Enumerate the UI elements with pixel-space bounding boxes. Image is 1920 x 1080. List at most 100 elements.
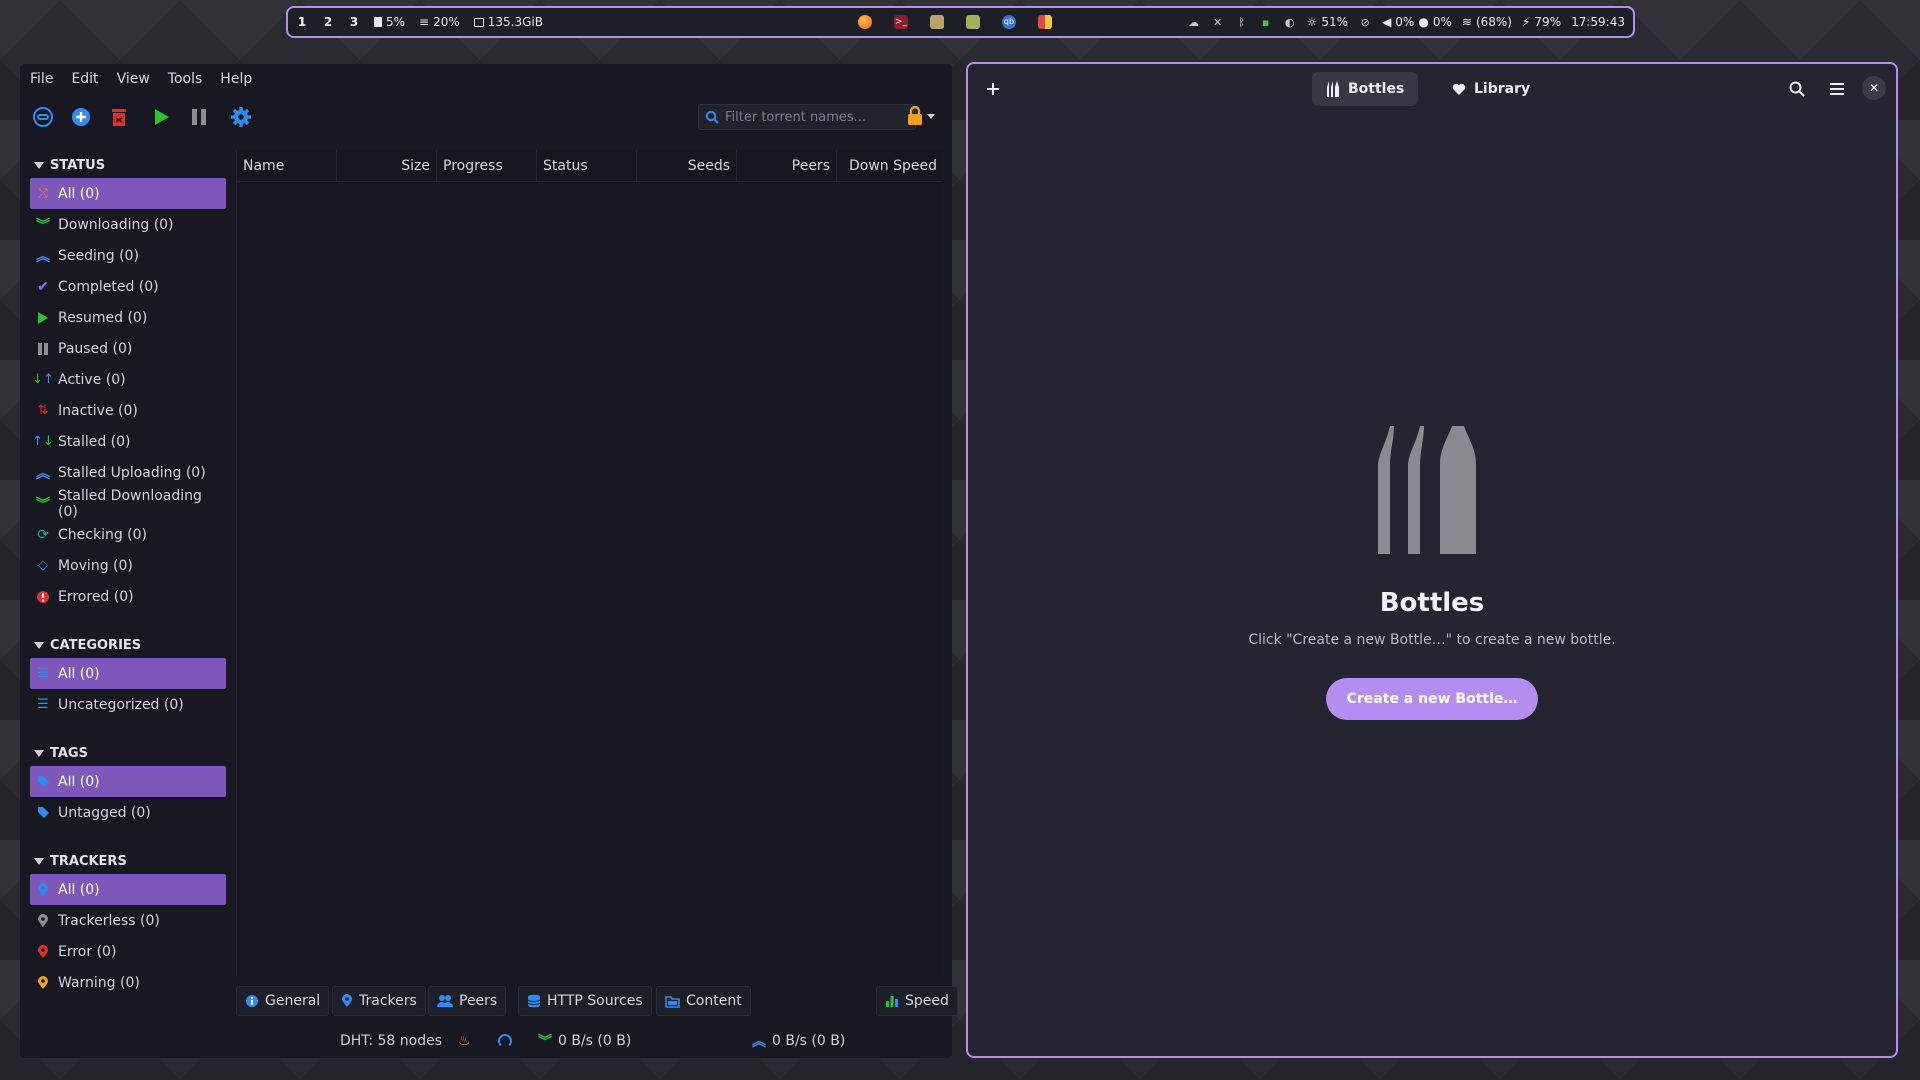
filter-input[interactable] (725, 109, 905, 125)
firefox-icon[interactable] (858, 15, 872, 29)
speed-limit-icon[interactable] (498, 1034, 512, 1048)
sidebar-item-label: All (0) (58, 881, 100, 898)
steam-icon[interactable]: ◐ (1283, 15, 1297, 29)
flame-icon[interactable]: ♨ (458, 1033, 471, 1049)
status-downloading[interactable]: ︾ Downloading (0) (30, 209, 226, 240)
menu-file[interactable]: File (30, 71, 53, 87)
status-section-header[interactable]: STATUS (30, 152, 226, 178)
sidebar-item-label: Trackerless (0) (58, 912, 160, 929)
brightness-indicator[interactable]: ☼ 51% (1307, 15, 1348, 29)
pause-icon (36, 342, 50, 356)
tags-section-header[interactable]: TAGS (30, 740, 226, 766)
tag-untagged[interactable]: Untagged (0) (30, 797, 226, 828)
tab-trackers[interactable]: Trackers (332, 986, 426, 1016)
info-icon (246, 995, 258, 1007)
torrent-filter[interactable] (698, 104, 916, 130)
sidebar-item-label: All (0) (58, 665, 100, 682)
tag-all[interactable]: All (0) (30, 766, 226, 797)
new-bottle-button[interactable] (978, 74, 1008, 104)
status-resumed[interactable]: Resumed (0) (30, 302, 226, 333)
bluetooth-icon[interactable]: ᛒ (1235, 15, 1249, 29)
torrent-table[interactable]: Name Size Progress Status Seeds Peers Do… (236, 150, 942, 976)
menu-tools[interactable]: Tools (168, 71, 203, 87)
search-button[interactable] (1782, 74, 1812, 104)
create-bottle-button[interactable]: Create a new Bottle… (1326, 678, 1538, 720)
files-icon-2[interactable] (966, 15, 980, 29)
status-all[interactable]: ⤮ All (0) (30, 178, 226, 209)
category-all[interactable]: ☰ All (0) (30, 658, 226, 689)
sidebar-item-label: Inactive (0) (58, 402, 138, 419)
category-uncategorized[interactable]: ☰ Uncategorized (0) (30, 689, 226, 720)
taskbar-apps: >_ qb (858, 15, 1052, 29)
menu-view[interactable]: View (117, 71, 150, 87)
status-paused[interactable]: Paused (0) (30, 333, 226, 364)
upload-chevrons-icon: ︽ (36, 248, 50, 265)
resume-button[interactable] (148, 104, 174, 130)
tab-library[interactable]: Library (1438, 72, 1544, 106)
wifi-indicator[interactable]: ≋ (68%) (1462, 15, 1512, 29)
upload-speed[interactable]: ︽ 0 B/s (0 B) (752, 1031, 845, 1051)
status-moving[interactable]: ◇ Moving (0) (30, 550, 226, 581)
column-seeds[interactable]: Seeds (637, 150, 737, 182)
main-menu-button[interactable] (1822, 74, 1852, 104)
tab-bottles[interactable]: Bottles (1312, 72, 1419, 106)
status-checking[interactable]: ⟳ Checking (0) (30, 519, 226, 550)
status-stalled-downloading[interactable]: ︾ Stalled Downloading (0) (30, 488, 226, 520)
cloud-icon[interactable]: ☁ (1187, 15, 1201, 29)
status-completed[interactable]: ✔ Completed (0) (30, 271, 226, 302)
status-stalled[interactable]: ↑ ↓ Stalled (0) (30, 426, 226, 457)
tracker-warning[interactable]: Warning (0) (30, 967, 226, 998)
tab-general[interactable]: General (236, 986, 330, 1016)
trackers-section-header[interactable]: TRACKERS (30, 848, 226, 874)
tab-speed[interactable]: Speed (876, 986, 958, 1016)
categories-section-header[interactable]: CATEGORIES (30, 632, 226, 658)
status-active[interactable]: ↓ ↑ Active (0) (30, 364, 226, 395)
workspace-1[interactable]: 1 (296, 15, 308, 29)
lock-tray-icon[interactable]: ▪ (1259, 15, 1273, 29)
tools-icon[interactable]: ✕ (1211, 15, 1225, 29)
empty-state-title: Bottles (1379, 588, 1485, 618)
tracker-error[interactable]: Error (0) (30, 936, 226, 967)
tab-peers[interactable]: Peers (428, 986, 507, 1016)
tracker-all[interactable]: All (0) (30, 874, 226, 905)
menu-help[interactable]: Help (220, 71, 252, 87)
column-name[interactable]: Name (237, 150, 337, 182)
workspace-2[interactable]: 2 (322, 15, 334, 29)
menu-edit[interactable]: Edit (71, 71, 98, 87)
tab-http-sources[interactable]: HTTP Sources (518, 986, 652, 1016)
topbar-left: 1 2 3 5% ≡ 20% 135.3GiB (296, 15, 543, 29)
status-inactive[interactable]: ⇅ Inactive (0) (30, 395, 226, 426)
bottles-app-icon[interactable] (1038, 15, 1052, 29)
tab-label: Trackers (359, 993, 417, 1009)
files-icon[interactable] (930, 15, 944, 29)
sidebar-item-label: Moving (0) (58, 557, 133, 574)
add-link-button[interactable] (30, 104, 56, 130)
column-progress[interactable]: Progress (437, 150, 537, 182)
column-status[interactable]: Status (537, 150, 637, 182)
lock-button[interactable] (906, 106, 935, 126)
add-torrent-button[interactable] (68, 104, 94, 130)
status-seeding[interactable]: ︽ Seeding (0) (30, 240, 226, 271)
delete-button[interactable] (106, 104, 132, 130)
close-button[interactable]: ✕ (1862, 76, 1886, 100)
tracker-trackerless[interactable]: Trackerless (0) (30, 905, 226, 936)
clock[interactable]: 17:59:43 (1571, 15, 1625, 29)
options-button[interactable] (228, 104, 254, 130)
battery-indicator[interactable]: ⚡ 79% (1522, 15, 1561, 29)
column-down-speed[interactable]: Down Speed (837, 150, 943, 182)
status-errored[interactable]: Errored (0) (30, 581, 226, 612)
pin-icon (36, 944, 50, 959)
pause-button[interactable] (186, 104, 212, 130)
download-speed[interactable]: ︾ 0 B/s (0 B) (538, 1031, 631, 1051)
section-title: CATEGORIES (50, 637, 142, 653)
qbittorrent-icon[interactable]: qb (1002, 15, 1016, 29)
tab-content[interactable]: Content (656, 986, 751, 1016)
memory-value: 20% (433, 15, 460, 29)
status-stalled-uploading[interactable]: ︽ Stalled Uploading (0) (30, 457, 226, 488)
eye-off-icon[interactable]: ⊘ (1358, 15, 1372, 29)
workspace-3[interactable]: 3 (348, 15, 360, 29)
terminal-icon[interactable]: >_ (894, 15, 908, 29)
volume-indicator[interactable]: ◀ 0% ● 0% (1382, 15, 1452, 29)
column-size[interactable]: Size (337, 150, 437, 182)
column-peers[interactable]: Peers (737, 150, 837, 182)
